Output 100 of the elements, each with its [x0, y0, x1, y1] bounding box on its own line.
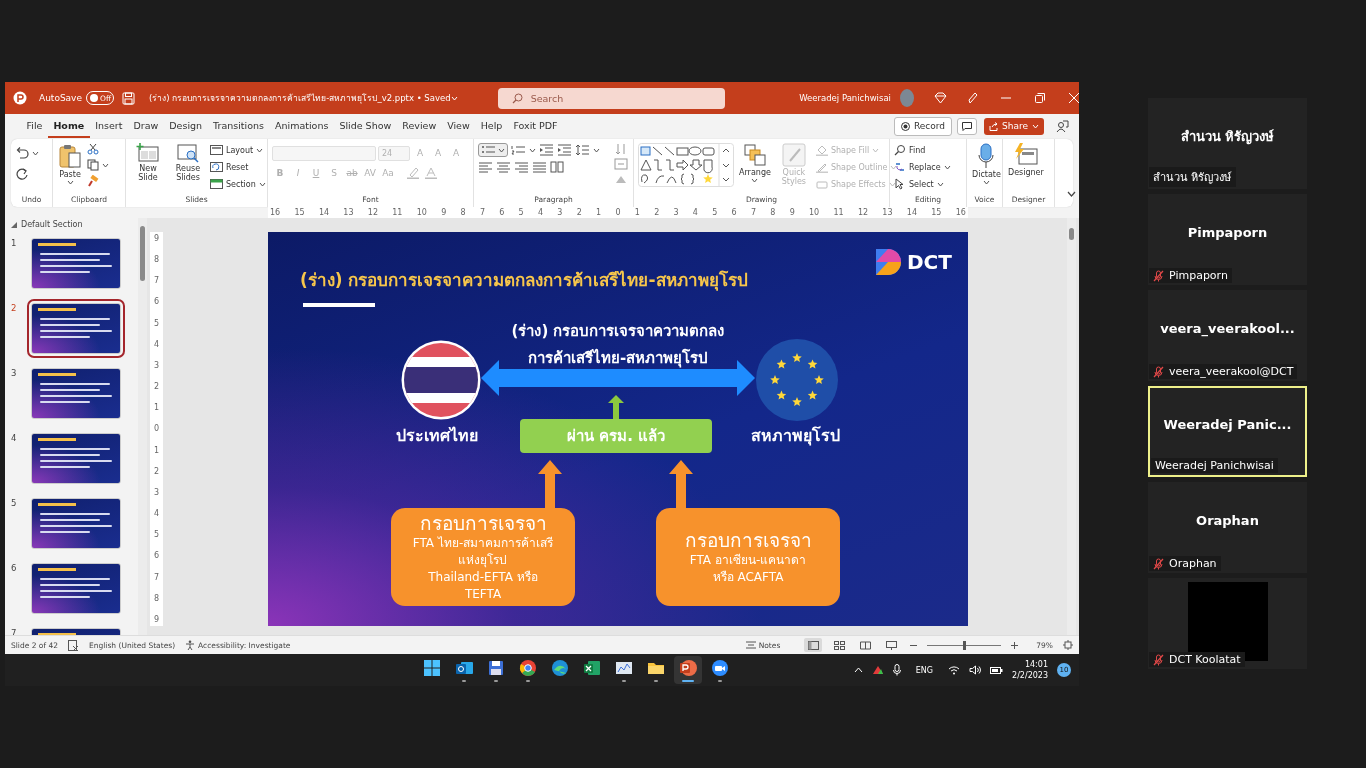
collapse-ribbon-icon[interactable] [1067, 191, 1076, 197]
arrange-button[interactable]: Arrange [738, 143, 772, 195]
browser-wave-icon[interactable] [550, 658, 570, 678]
collapse-triangle-icon[interactable] [11, 221, 17, 228]
slide-thumbnail[interactable] [31, 498, 121, 549]
ribbon-tab[interactable]: Insert [89, 114, 128, 138]
wifi-icon[interactable] [948, 665, 961, 675]
reset-icon[interactable] [210, 162, 223, 172]
redo-icon[interactable] [15, 168, 29, 180]
section-header[interactable]: Default Section [11, 218, 138, 231]
clock[interactable]: 14:01 2/2/2023 [1012, 659, 1048, 681]
designer-icon[interactable] [1012, 143, 1039, 167]
ribbon-tab[interactable]: Animations [269, 114, 334, 138]
browser-icon[interactable] [518, 658, 538, 678]
caret-icon[interactable] [256, 147, 264, 153]
ruler-number: 4 [537, 207, 544, 218]
presentation-app-icon[interactable] [678, 658, 698, 678]
shapes-gallery[interactable] [638, 143, 734, 187]
ribbon-tab[interactable]: File [21, 114, 48, 138]
slide-thumbnail[interactable] [31, 433, 121, 484]
scrollbar[interactable] [1067, 218, 1076, 635]
slide-thumbnail[interactable] [31, 238, 121, 289]
slide-thumbnail[interactable] [31, 563, 121, 614]
line-spacing-icon[interactable] [575, 144, 590, 156]
input-language[interactable]: ENG [915, 665, 934, 675]
arrange-icon[interactable] [742, 143, 767, 167]
restore-icon[interactable] [1035, 93, 1045, 103]
caret-icon[interactable] [66, 180, 74, 186]
fit-slide-icon[interactable] [1063, 640, 1073, 650]
scissors-icon[interactable] [87, 143, 99, 155]
font-color-icon[interactable] [424, 167, 438, 179]
share-button[interactable]: Share [984, 117, 1044, 135]
start-icon[interactable] [422, 658, 442, 678]
diamond-icon[interactable] [934, 92, 947, 104]
view-button[interactable] [804, 638, 823, 652]
chevron-up-icon[interactable] [853, 667, 863, 673]
video-call-icon[interactable] [710, 658, 730, 678]
search-icon[interactable] [894, 144, 906, 156]
increase-indent-icon[interactable] [557, 144, 572, 156]
clipboard-icon[interactable] [58, 143, 82, 169]
dictate-button[interactable]: Dictate [971, 143, 1002, 195]
bullets-button[interactable] [478, 143, 508, 157]
slide-command[interactable]: Layout [210, 143, 266, 157]
new-slide-button[interactable]: New Slide [130, 143, 166, 195]
ribbon-tab[interactable]: Help [475, 114, 508, 138]
muted-microphone-icon [1153, 557, 1164, 570]
reuse-slides-icon[interactable] [176, 143, 200, 163]
caret-icon[interactable] [982, 180, 990, 186]
ribbon-tab[interactable]: Design [163, 114, 208, 138]
slide-command[interactable]: Section [210, 177, 266, 191]
save-icon[interactable] [122, 91, 135, 105]
battery-icon[interactable] [990, 665, 1004, 675]
editing-command[interactable]: Replace [894, 160, 951, 174]
cursor-icon[interactable] [894, 178, 906, 190]
record-button[interactable]: Record [893, 116, 952, 136]
caret-icon[interactable] [751, 178, 759, 184]
caret-icon[interactable] [529, 147, 536, 153]
ribbon-tab[interactable]: Review [396, 114, 442, 138]
reuse-slides-button[interactable]: Reuse Slides [170, 143, 206, 195]
pen-icon[interactable] [967, 91, 979, 105]
caret-icon[interactable] [258, 181, 266, 187]
spreadsheet-icon[interactable] [582, 658, 602, 678]
caret-icon[interactable] [936, 181, 944, 187]
caret-icon[interactable] [102, 162, 109, 168]
ribbon-tab[interactable]: Transitions [207, 114, 270, 138]
scrollbar[interactable] [138, 218, 147, 635]
zoom-in-icon[interactable] [1011, 641, 1019, 649]
slide-command[interactable]: Reset [210, 160, 266, 174]
paste-button[interactable]: Paste [57, 143, 83, 195]
microphone-icon[interactable] [892, 664, 901, 676]
undo-icon[interactable] [15, 147, 29, 159]
caret-icon[interactable] [32, 150, 39, 156]
section-icon[interactable] [210, 179, 223, 189]
document-title[interactable]: (ร่าง) กรอบการเจรจาความตกลงการค้าเสรีไทย-สหภาพยุโรป_v2.pptx • Saved [149, 91, 451, 105]
spelling-icon[interactable] [68, 639, 79, 651]
ribbon-tab[interactable]: Draw [128, 114, 164, 138]
new-slide-icon[interactable] [136, 143, 160, 163]
view-icon [859, 640, 871, 650]
caret-icon[interactable] [593, 147, 600, 153]
bullet-list-icon[interactable] [481, 144, 496, 156]
comments-button[interactable] [957, 117, 977, 135]
ribbon-tab[interactable]: Foxit PDF [507, 114, 564, 138]
presenter-icon[interactable] [1056, 119, 1069, 133]
close-icon[interactable] [1069, 93, 1079, 103]
caret-icon[interactable] [943, 164, 951, 170]
caret-icon[interactable] [498, 147, 505, 153]
designer-button[interactable]: Designer [1007, 143, 1045, 195]
ribbon-tab[interactable]: View [441, 114, 476, 138]
speaker-icon[interactable] [969, 665, 982, 675]
decrease-indent-icon[interactable] [539, 144, 554, 156]
copy-icon[interactable] [87, 159, 99, 171]
triangle-app-icon[interactable] [871, 665, 884, 675]
columns-icon[interactable] [550, 161, 565, 173]
ribbon-tab[interactable]: Slide Show [333, 114, 397, 138]
slide-thumbnail[interactable] [31, 368, 121, 419]
user-name[interactable]: Weeradej Panichwisai [799, 93, 891, 103]
brush-icon[interactable] [87, 175, 99, 187]
layout-icon[interactable] [210, 145, 223, 155]
search-field[interactable]: Search [497, 87, 726, 109]
replace-icon[interactable] [894, 161, 906, 173]
